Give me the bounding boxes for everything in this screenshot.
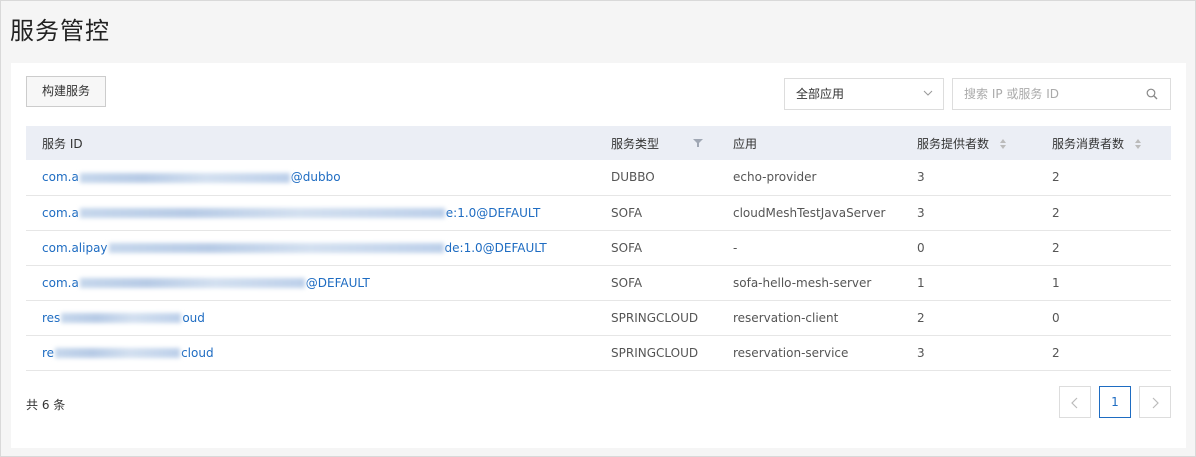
consumers-cell: 2: [1036, 230, 1171, 266]
table-row: res oud SPRINGCLOUD reservation-client 2 …: [26, 300, 1171, 336]
app-cell: sofa-hello-mesh-server: [717, 265, 901, 301]
app-cell: echo-provider: [717, 160, 901, 196]
service-type-cell: DUBBO: [595, 160, 717, 196]
chevron-left-icon: [1071, 397, 1078, 408]
service-panel: 构建服务 全部应用 服务 ID 服务类型 应用: [11, 63, 1186, 448]
service-id-link[interactable]: com.a @dubbo: [42, 170, 341, 184]
redacted-text: [61, 313, 182, 323]
table-row: com.alipay de:1.0@DEFAULT SOFA - 0 2: [26, 230, 1171, 266]
header-service-type: 服务类型: [595, 126, 717, 160]
page-title: 服务管控: [10, 17, 110, 45]
providers-cell: 2: [901, 300, 1036, 336]
app-cell: cloudMeshTestJavaServer: [717, 195, 901, 231]
table-row: com.a @DEFAULT SOFA sofa-hello-mesh-serve…: [26, 265, 1171, 301]
providers-cell: 3: [901, 195, 1036, 231]
service-id-link[interactable]: com.a e:1.0@DEFAULT: [42, 206, 540, 220]
service-id-link[interactable]: re cloud: [42, 346, 214, 360]
consumers-cell: 2: [1036, 335, 1171, 371]
redacted-text: [79, 278, 305, 288]
header-service-id: 服务 ID: [42, 136, 83, 151]
table-row: com.a @dubbo DUBBO echo-provider 3 2: [26, 160, 1171, 196]
providers-cell: 1: [901, 265, 1036, 301]
app-cell: reservation-service: [717, 335, 901, 371]
consumers-cell: 0: [1036, 300, 1171, 336]
page-number-button[interactable]: 1: [1099, 386, 1131, 418]
next-page-button[interactable]: [1139, 386, 1171, 418]
sort-icon[interactable]: [1134, 138, 1142, 150]
sort-icon[interactable]: [999, 138, 1007, 150]
chevron-down-icon: [923, 90, 933, 96]
app-cell: -: [717, 230, 901, 266]
search-input[interactable]: [953, 79, 1138, 109]
create-service-button[interactable]: 构建服务: [26, 76, 106, 107]
total-count: 共 6 条: [26, 398, 66, 412]
redacted-text: [79, 172, 290, 183]
table-row: re cloud SPRINGCLOUD reservation-service …: [26, 335, 1171, 371]
service-type-cell: SPRINGCLOUD: [595, 335, 717, 371]
service-type-cell: SOFA: [595, 230, 717, 266]
redacted-text: [55, 348, 181, 358]
filter-icon[interactable]: [693, 138, 703, 148]
service-type-cell: SOFA: [595, 265, 717, 301]
providers-cell: 3: [901, 160, 1036, 196]
service-type-cell: SPRINGCLOUD: [595, 300, 717, 336]
redacted-text: [79, 208, 445, 218]
header-consumers[interactable]: 服务消费者数: [1036, 126, 1171, 160]
consumers-cell: 2: [1036, 160, 1171, 196]
service-id-link[interactable]: com.a @DEFAULT: [42, 276, 370, 290]
app-select[interactable]: 全部应用: [784, 78, 944, 110]
service-id-link[interactable]: res oud: [42, 311, 205, 325]
app-select-value: 全部应用: [796, 87, 845, 101]
consumers-cell: 1: [1036, 265, 1171, 301]
prev-page-button[interactable]: [1059, 386, 1091, 418]
app-cell: reservation-client: [717, 300, 901, 336]
chevron-right-icon: [1152, 397, 1159, 408]
search-icon[interactable]: [1146, 88, 1158, 100]
providers-cell: 0: [901, 230, 1036, 266]
search-box[interactable]: [952, 78, 1171, 110]
service-table: 服务 ID 服务类型 应用 服务提供者数 服务消费者数 com.a @dubbo…: [26, 126, 1171, 371]
header-app: 应用: [733, 136, 758, 151]
providers-cell: 3: [901, 335, 1036, 371]
table-header-row: 服务 ID 服务类型 应用 服务提供者数 服务消费者数: [26, 126, 1171, 160]
service-type-cell: SOFA: [595, 195, 717, 231]
header-providers[interactable]: 服务提供者数: [901, 126, 1036, 160]
table-row: com.a e:1.0@DEFAULT SOFA cloudMeshTestJav…: [26, 195, 1171, 231]
service-id-link[interactable]: com.alipay de:1.0@DEFAULT: [42, 241, 547, 255]
redacted-text: [108, 243, 444, 253]
consumers-cell: 2: [1036, 195, 1171, 231]
